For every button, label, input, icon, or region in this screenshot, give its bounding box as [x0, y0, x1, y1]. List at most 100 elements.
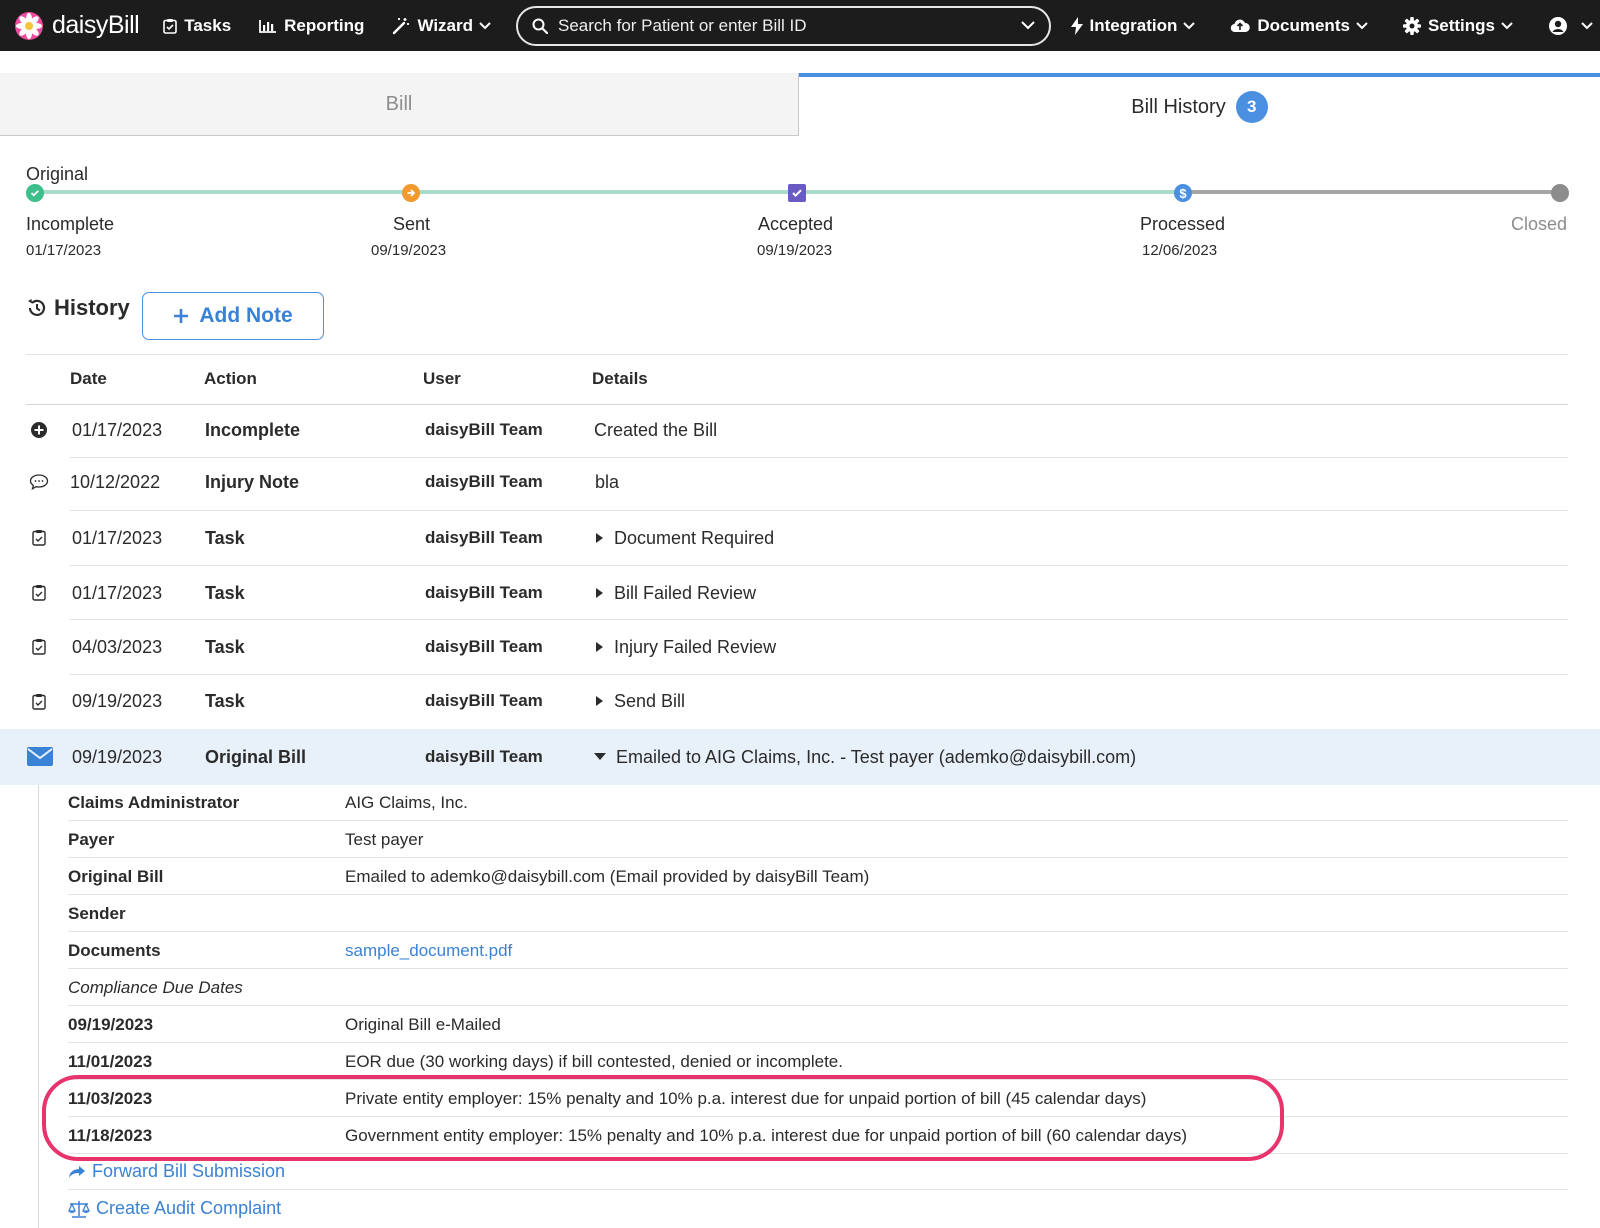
detail-divider: [68, 931, 1568, 932]
detail-label-sender: Sender: [68, 904, 126, 923]
row-action: Injury Note: [205, 472, 300, 492]
timeline-label-processed: Processed: [1140, 214, 1226, 234]
table-row[interactable]: 01/17/2023 Task daisyBill Team Document …: [0, 511, 1600, 565]
row-date: 01/17/2023: [72, 528, 163, 548]
top-navbar: daisyBill Tasks Reporting Wizard Integra…: [0, 0, 1600, 51]
detail-label-payer: Payer: [68, 830, 115, 849]
create-audit-complaint-link[interactable]: Create Audit Complaint: [68, 1198, 281, 1219]
table-row[interactable]: 01/17/2023 Incomplete daisyBill Team Cre…: [0, 405, 1600, 457]
expand-caret-icon: [596, 642, 603, 653]
nav-integration[interactable]: Integration: [1070, 15, 1203, 36]
detail-divider: [68, 1042, 1568, 1043]
chevron-down-icon: [1183, 21, 1196, 29]
nav-wizard[interactable]: Wizard: [392, 16, 498, 36]
row-details-text: Send Bill: [614, 691, 686, 711]
table-row[interactable]: 01/17/2023 Task daisyBill Team Bill Fail…: [0, 566, 1600, 619]
detail-value-original-bill: Emailed to ademko@daisybill.com (Email p…: [345, 867, 870, 886]
gear-icon: [1402, 16, 1421, 35]
table-top-divider: [26, 354, 1568, 355]
timeline-label-incomplete: Incomplete: [26, 214, 115, 234]
timeline-date-accepted: 09/19/2023: [757, 242, 833, 259]
nav-documents-label: Documents: [1257, 15, 1350, 35]
tab-bill-history-label: Bill History: [1131, 95, 1226, 118]
column-header-user[interactable]: User: [423, 369, 461, 389]
table-row[interactable]: 09/19/2023 Task daisyBill Team Send Bill: [0, 675, 1600, 728]
history-count-badge: 3: [1235, 91, 1268, 123]
history-heading: History: [26, 295, 130, 321]
bill-tabs: Bill Bill History 3: [0, 73, 1600, 137]
nav-settings[interactable]: Settings: [1402, 15, 1520, 36]
table-row[interactable]: 10/12/2022 Injury Note daisyBill Team bl…: [0, 458, 1600, 510]
due-date: 11/01/2023: [68, 1052, 153, 1071]
user-circle-icon: [1549, 16, 1567, 35]
tab-bill-label: Bill: [385, 92, 413, 115]
row-details[interactable]: Bill Failed Review: [596, 583, 756, 604]
tab-bill[interactable]: Bill: [0, 73, 799, 136]
row-user: daisyBill Team: [425, 528, 543, 547]
table-row[interactable]: 04/03/2023 Task daisyBill Team Injury Fa…: [0, 620, 1600, 674]
due-date-description: EOR due (30 working days) if bill contes…: [345, 1052, 843, 1071]
plus-icon: [174, 309, 189, 323]
add-note-button[interactable]: Add Note: [142, 292, 324, 340]
nav-user-menu[interactable]: [1548, 16, 1600, 36]
timeline-step-closed-icon: [1551, 184, 1569, 202]
nav-integration-label: Integration: [1089, 15, 1178, 35]
timeline-step-processed-icon: $: [1174, 184, 1192, 202]
chevron-down-icon: [1581, 21, 1593, 29]
brand-name: daisyBill: [52, 11, 140, 39]
row-date: 09/19/2023: [72, 747, 163, 767]
task-clipboard-icon: [32, 585, 46, 601]
row-details[interactable]: Emailed to AIG Claims, Inc. - Test payer…: [594, 747, 1136, 768]
row-action: Task: [205, 637, 245, 657]
row-user: daisyBill Team: [425, 420, 543, 439]
row-details[interactable]: Document Required: [596, 528, 774, 549]
row-date: 09/19/2023: [72, 691, 163, 711]
row-date: 04/03/2023: [72, 637, 163, 657]
chevron-down-icon: [479, 21, 491, 29]
nav-tasks[interactable]: Tasks: [163, 16, 231, 36]
task-clipboard-icon: [32, 530, 46, 546]
column-header-details[interactable]: Details: [592, 369, 648, 389]
timeline-track-complete: [35, 190, 1185, 194]
row-details-text: Injury Failed Review: [614, 637, 777, 657]
detail-label-claims-admin: Claims Administrator: [68, 793, 240, 812]
detail-divider: [68, 857, 1568, 858]
daisy-logo-icon: [15, 11, 43, 40]
row-action: Original Bill: [205, 747, 307, 767]
nav-tasks-label: Tasks: [184, 15, 232, 35]
task-clipboard-icon: [32, 639, 46, 655]
timeline-label-accepted: Accepted: [758, 214, 834, 234]
nav-reporting[interactable]: Reporting: [259, 16, 364, 36]
timeline-label-sent: Sent: [393, 214, 431, 234]
row-details[interactable]: Injury Failed Review: [596, 637, 776, 658]
forward-bill-submission-link[interactable]: Forward Bill Submission: [68, 1161, 285, 1182]
timeline-date-sent: 09/19/2023: [371, 242, 447, 259]
forward-bill-submission-label: Forward Bill Submission: [92, 1161, 286, 1181]
nav-documents[interactable]: Documents: [1230, 16, 1375, 36]
row-details[interactable]: Send Bill: [596, 691, 685, 712]
clipboard-check-icon: [163, 18, 178, 34]
chevron-down-icon[interactable]: [1020, 21, 1035, 30]
search-input[interactable]: [558, 15, 1021, 36]
row-user: daisyBill Team: [425, 637, 543, 656]
magic-wand-icon: [393, 17, 410, 34]
search-icon: [532, 18, 549, 34]
timeline-step-incomplete-icon: [26, 184, 44, 202]
row-user: daisyBill Team: [425, 583, 543, 602]
column-header-action[interactable]: Action: [204, 369, 257, 389]
patient-search-bar[interactable]: [516, 5, 1051, 46]
expand-caret-icon: [596, 533, 603, 544]
share-arrow-icon: [69, 1165, 85, 1178]
chevron-down-icon: [1356, 21, 1368, 29]
row-action: Task: [205, 528, 245, 548]
column-header-date[interactable]: Date: [70, 369, 107, 389]
highlight-callout: [42, 1075, 1284, 1161]
nav-reporting-label: Reporting: [284, 15, 365, 35]
table-row[interactable]: 09/19/2023 Original Bill daisyBill Team …: [0, 729, 1600, 785]
detail-value-claims-admin: AIG Claims, Inc.: [345, 793, 468, 812]
cloud-upload-icon: [1231, 19, 1251, 33]
tab-bill-history[interactable]: Bill History 3: [799, 73, 1600, 137]
nav-settings-label: Settings: [1427, 15, 1495, 35]
document-link[interactable]: sample_document.pdf: [345, 941, 512, 961]
brand-logo[interactable]: daisyBill: [14, 11, 140, 41]
